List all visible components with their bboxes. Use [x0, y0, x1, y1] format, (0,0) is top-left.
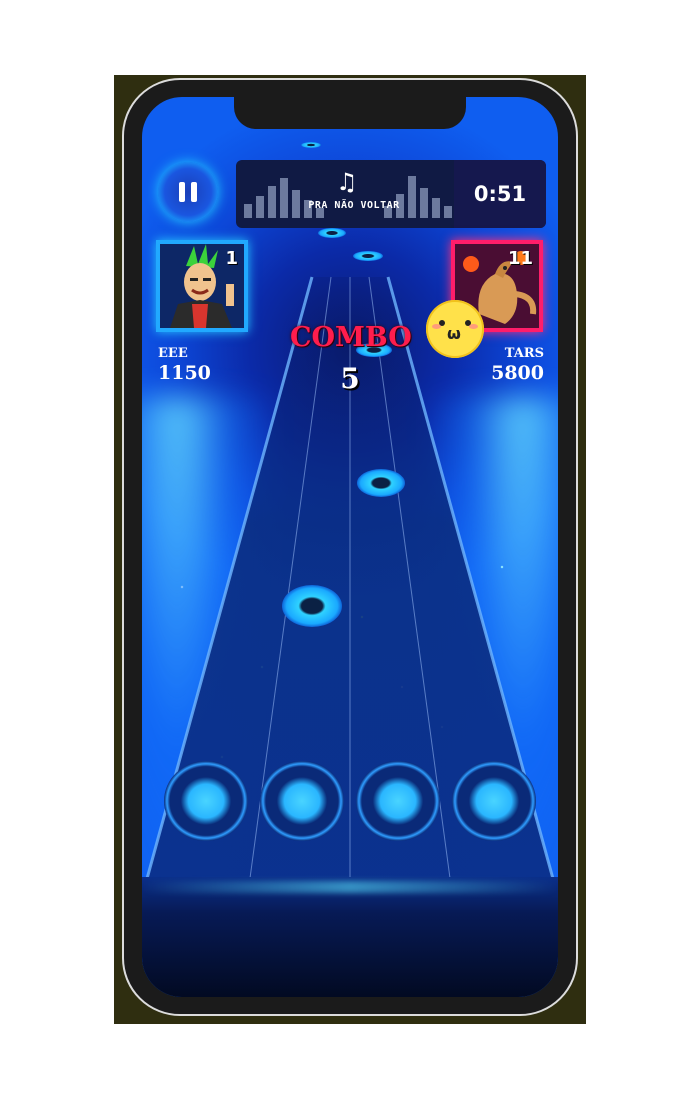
player-name-left: EEE — [158, 346, 188, 361]
player-score-left: 1150 — [158, 362, 211, 384]
pause-button[interactable] — [158, 162, 218, 222]
music-note-icon: ♫ — [336, 168, 358, 196]
game-screen[interactable] — [142, 97, 558, 997]
hit-pad-lane-4[interactable] — [452, 761, 536, 841]
combo-label: COMBO — [290, 322, 412, 353]
player-rank: 11 — [507, 248, 533, 269]
hit-pad-lane-3[interactable] — [356, 761, 440, 841]
combo-counter: 5 — [340, 362, 360, 395]
pause-icon — [179, 182, 185, 202]
hit-pads[interactable] — [142, 97, 558, 997]
phone-notch — [234, 97, 466, 129]
player-score-right: 5800 — [491, 362, 544, 384]
pause-icon — [191, 182, 197, 202]
hit-pad-lane-2[interactable] — [260, 761, 344, 841]
song-title: PRA NÃO VOLTAR — [308, 200, 400, 211]
player-rank: 1 — [225, 248, 238, 269]
smiley-face-icon: ω — [426, 300, 484, 358]
hit-pad-lane-1[interactable] — [164, 761, 248, 841]
now-playing-panel: ♫ PRA NÃO VOLTAR 0:51 — [236, 160, 546, 228]
player-avatar-left[interactable]: 1 — [156, 240, 248, 332]
song-timer: 0:51 — [454, 160, 546, 228]
player-name-right: TARS — [504, 346, 544, 361]
